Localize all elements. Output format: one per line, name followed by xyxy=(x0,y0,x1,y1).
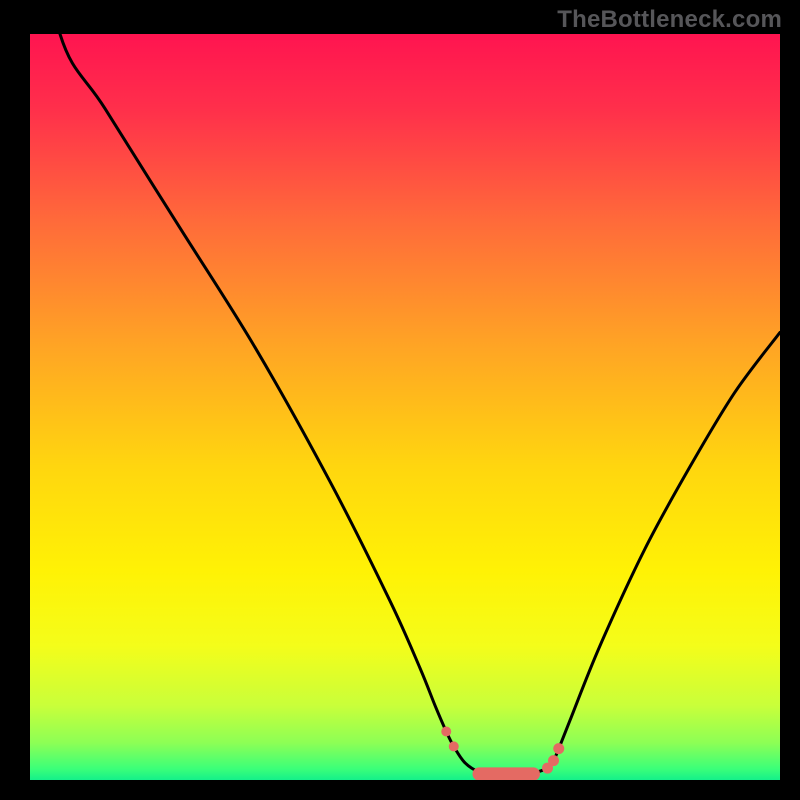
plot-background xyxy=(30,34,780,780)
bottleneck-curve-chart xyxy=(0,0,800,800)
highlight-dot xyxy=(441,727,451,737)
highlight-dot xyxy=(449,741,459,751)
highlight-dot xyxy=(553,743,564,754)
highlight-dot xyxy=(548,755,559,766)
chart-stage: TheBottleneck.com xyxy=(0,0,800,800)
watermark-text: TheBottleneck.com xyxy=(557,6,782,34)
highlight-valley-slab xyxy=(473,767,541,780)
